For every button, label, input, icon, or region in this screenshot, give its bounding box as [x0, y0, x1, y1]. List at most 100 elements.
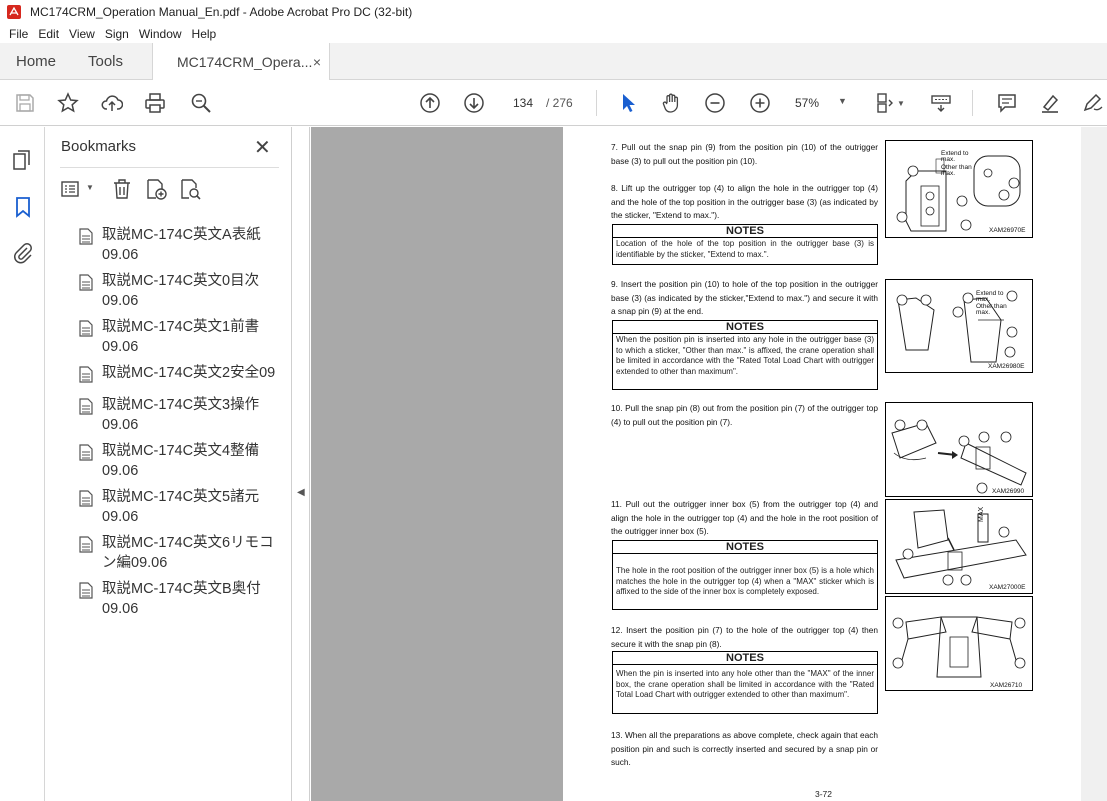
pdf-page: 7. Pull out the snap pin (9) from the po… [563, 127, 1081, 801]
notes-box: NOTES When the position pin is inserted … [612, 320, 878, 390]
notes-box: NOTES The hole in the root position of t… [612, 540, 878, 610]
menu-window[interactable]: Window [134, 27, 187, 41]
step-9: 9. Insert the position pin (10) to hole … [611, 279, 878, 316]
bookmark-page-icon [79, 536, 93, 553]
menu-sign[interactable]: Sign [100, 27, 134, 41]
save-icon[interactable] [13, 91, 37, 115]
step-8: 8. Lift up the outrigger top (4) to alig… [611, 183, 878, 220]
vertical-scrollbar[interactable] [1081, 127, 1107, 801]
window-title: MC174CRM_Operation Manual_En.pdf - Adobe… [30, 5, 413, 19]
bookmark-page-icon [79, 274, 93, 291]
delete-icon[interactable] [110, 177, 134, 201]
previous-page-icon[interactable] [418, 91, 442, 115]
notes-heading: NOTES [613, 225, 877, 238]
scroll-mode-icon[interactable] [929, 91, 953, 115]
zoom-dropdown-icon[interactable]: ▼ [838, 96, 847, 106]
panel-splitter[interactable]: ◀ [292, 127, 310, 801]
menu-file[interactable]: File [4, 27, 33, 41]
zoom-out-icon[interactable] [703, 91, 727, 115]
bookmark-page-icon [79, 582, 93, 599]
menu-edit[interactable]: Edit [33, 27, 64, 41]
notes-box: NOTES Location of the hole of the top po… [612, 224, 878, 265]
figure-position-pin: Extend to max. Other than max. XAM26980E [885, 279, 1033, 373]
toolbar-divider [596, 90, 597, 116]
bookmark-item[interactable]: 取説MC-174C英文4整備09.06 [76, 441, 286, 481]
notes-heading: NOTES [613, 652, 877, 665]
highlight-pen-icon[interactable] [1038, 91, 1062, 115]
collapse-panel-icon[interactable]: ◀ [297, 487, 305, 498]
toolbar-divider [972, 90, 973, 116]
bookmark-page-icon [79, 444, 93, 461]
menu-view[interactable]: View [64, 27, 100, 41]
bookmark-page-icon [79, 366, 93, 383]
menu-help[interactable]: Help [187, 27, 222, 41]
notes-text: The hole in the root position of the out… [616, 566, 874, 596]
zoom-in-icon[interactable] [748, 91, 772, 115]
bookmark-item[interactable]: 取説MC-174C英文B奥付09.06 [76, 579, 286, 619]
close-tab-icon[interactable]: × [313, 54, 321, 70]
tab-tools[interactable]: Tools [88, 43, 123, 80]
star-icon[interactable] [56, 91, 80, 115]
tab-home[interactable]: Home [16, 43, 56, 80]
bookmark-list: 取説MC-174C英文A表紙09.06 取説MC-174C英文0目次09.06 … [76, 225, 286, 625]
page-thumbnails-icon[interactable] [11, 148, 35, 172]
notes-text: When the position pin is inserted into a… [616, 335, 874, 376]
search-zoom-icon[interactable] [189, 91, 213, 115]
bookmark-page-icon [79, 320, 93, 337]
page-number-input[interactable]: 134 [506, 90, 540, 116]
title-bar: MC174CRM_Operation Manual_En.pdf - Adobe… [0, 0, 1107, 24]
figure-crane-overview: XAM26710 [885, 596, 1033, 691]
bookmark-page-icon [79, 398, 93, 415]
print-icon[interactable] [143, 91, 167, 115]
tab-document[interactable]: MC174CRM_Opera... × [152, 43, 330, 81]
notes-text: When the pin is inserted into any hole o… [616, 669, 874, 699]
tab-document-label: MC174CRM_Opera... [177, 54, 313, 70]
hand-tool-icon[interactable] [660, 91, 684, 115]
new-bookmark-icon[interactable] [144, 177, 168, 201]
figure-code: XAM26980E [988, 363, 1025, 370]
find-bookmark-icon[interactable] [178, 177, 202, 201]
bookmark-item[interactable]: 取説MC-174C英文2安全09 [76, 363, 286, 383]
upload-cloud-icon[interactable] [100, 91, 124, 115]
bookmark-page-icon [79, 228, 93, 245]
bookmark-item[interactable]: 取説MC-174C英文5諸元09.06 [76, 487, 286, 527]
bookmark-page-icon [79, 490, 93, 507]
notes-heading: NOTES [613, 321, 877, 334]
bookmarks-panel: Bookmarks ✕ ▼ 取説MC-174C英文A表紙09.06 取説MC-1… [46, 127, 292, 801]
bookmark-item[interactable]: 取説MC-174C英文3操作09.06 [76, 395, 286, 435]
position-pin-illustration [896, 290, 1018, 363]
sticker-label: Extend to max. [976, 290, 1004, 303]
draw-icon[interactable] [1080, 91, 1104, 115]
toolbar: 134 / 276 57% ▼ ▼ [0, 80, 1107, 126]
bookmark-item[interactable]: 取説MC-174C英文6リモコン編09.06 [76, 533, 286, 573]
step-13: 13. When all the preparations as above c… [611, 730, 878, 767]
panel-divider [60, 167, 279, 168]
snap-pin-illustration [891, 419, 1027, 494]
figure-snap-pin: XAM26990 [885, 402, 1033, 497]
left-rail [0, 127, 45, 801]
bookmark-item[interactable]: 取説MC-174C英文1前書09.06 [76, 317, 286, 357]
step-7: 7. Pull out the snap pin (9) from the po… [611, 142, 878, 166]
sticker-label: Other than max. [941, 164, 972, 177]
crane-overview-illustration [892, 616, 1026, 678]
figure-code: XAM26710 [990, 682, 1023, 689]
zoom-level[interactable]: 57% [795, 96, 819, 110]
document-viewer[interactable]: 7. Pull out the snap pin (9) from the po… [311, 127, 1081, 801]
figure-outrigger-base: Extend to max. Other than max. XAM26970E [885, 140, 1033, 238]
options-menu-icon[interactable] [60, 177, 84, 201]
bookmark-icon[interactable] [11, 195, 35, 219]
menu-bar: File Edit View Sign Window Help [0, 24, 1107, 43]
options-dropdown-icon[interactable]: ▼ [86, 183, 94, 192]
comment-icon[interactable] [995, 91, 1019, 115]
inner-box-illustration [895, 509, 1027, 586]
bookmark-item[interactable]: 取説MC-174C英文A表紙09.06 [76, 225, 286, 265]
close-panel-icon[interactable]: ✕ [254, 135, 271, 160]
select-cursor-icon[interactable] [616, 91, 640, 115]
figure-inner-box: MAX XAM27000E [885, 499, 1033, 594]
next-page-icon[interactable] [462, 91, 486, 115]
bookmark-item[interactable]: 取説MC-174C英文0目次09.06 [76, 271, 286, 311]
notes-heading: NOTES [613, 541, 877, 554]
attachment-icon[interactable] [11, 241, 35, 265]
figure-code: XAM27000E [989, 584, 1026, 591]
layout-dropdown-icon[interactable]: ▼ [895, 91, 907, 115]
